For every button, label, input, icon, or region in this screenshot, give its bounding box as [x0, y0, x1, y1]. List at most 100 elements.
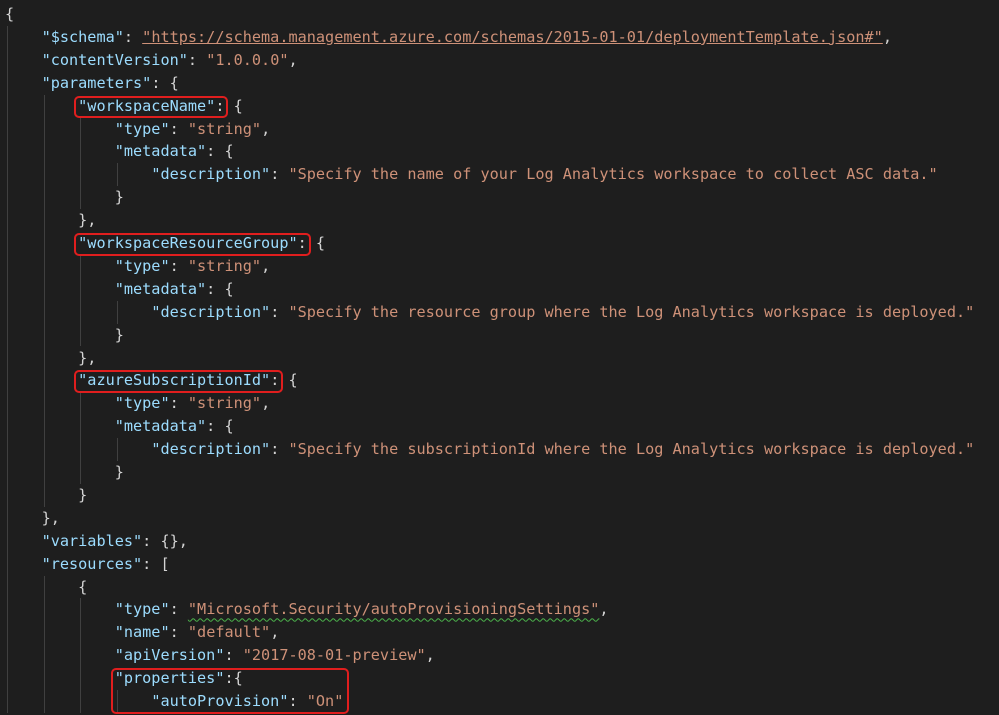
token-punc: : {	[206, 142, 234, 161]
code-line: "variables": {},	[5, 530, 188, 553]
token-key: "parameters"	[41, 73, 152, 92]
code-line: "workspaceResourceGroup": {	[5, 232, 325, 255]
token-punc: : {	[206, 279, 234, 298]
token-punc: :	[169, 256, 188, 275]
token-str: "On"	[306, 692, 344, 710]
token-punc: : {	[297, 234, 326, 252]
token-punc: :	[169, 119, 188, 138]
token-punc: },	[78, 348, 97, 367]
token-key: "variables"	[41, 531, 143, 550]
token-punc: :	[288, 692, 307, 710]
token-key: "description"	[151, 302, 271, 321]
code-line: "metadata": {	[5, 140, 234, 163]
token-str: "default"	[187, 623, 271, 642]
token-key: "description"	[151, 165, 271, 184]
token-punc: :	[187, 50, 207, 69]
token-punc: ,	[288, 50, 298, 69]
token-punc: : {	[206, 417, 234, 436]
token-str: "1.0.0.0"	[206, 50, 289, 69]
token-str: "string"	[187, 256, 262, 275]
token-punc: ,	[261, 394, 271, 413]
token-punc: :	[270, 302, 289, 321]
code-line: }	[5, 461, 124, 484]
token-punc: : {	[215, 96, 243, 115]
code-line: "metadata": {	[5, 415, 234, 438]
token-punc: :	[169, 623, 188, 642]
token-str: "Specify the subscriptionId where the Lo…	[288, 440, 975, 459]
code-line: {	[5, 3, 14, 26]
code-line: "azureSubscriptionId": {	[5, 369, 298, 392]
token-punc: :	[169, 394, 188, 413]
token-punc: : {	[151, 73, 179, 92]
token-key: "contentVersion"	[41, 50, 188, 69]
code-editor[interactable]: { "$schema": "https://schema.management.…	[0, 0, 999, 715]
code-line: "metadata": {	[5, 278, 234, 301]
code-line: "type": "string",	[5, 255, 270, 278]
code-line: "description": "Specify the name of your…	[5, 163, 938, 186]
token-punc: :	[270, 440, 289, 459]
code-line: "description": "Specify the resource gro…	[5, 301, 974, 324]
code-line: "parameters": {	[5, 72, 179, 95]
code-line: },	[5, 209, 96, 232]
code-line: "autoProvision": "On"	[5, 690, 343, 713]
token-punc: ,	[261, 256, 271, 275]
token-punc: :	[123, 27, 143, 46]
token-punc: },	[78, 211, 97, 230]
token-key: "name"	[114, 623, 170, 642]
code-line: "contentVersion": "1.0.0.0",	[5, 49, 298, 72]
code-line: "type": "string",	[5, 392, 270, 415]
token-key: "type"	[114, 600, 170, 619]
token-str: "Specify the name of your Log Analytics …	[288, 165, 938, 184]
token-punc: : {},	[142, 531, 188, 550]
token-punc: ,	[882, 27, 892, 46]
code-line: "type": "string",	[5, 118, 270, 141]
token-key: "metadata"	[114, 279, 207, 298]
code-line: "workspaceName": {	[5, 95, 243, 118]
token-punc: ,	[270, 623, 280, 642]
token-key: "metadata"	[114, 417, 207, 436]
token-punc: {	[78, 577, 88, 596]
token-str: "string"	[187, 119, 262, 138]
code-line: "$schema": "https://schema.management.az…	[5, 26, 892, 49]
token-punc: : {	[270, 371, 298, 390]
code-line: {	[5, 576, 87, 599]
code-line: "apiVersion": "2017-08-01-preview",	[5, 644, 435, 667]
token-punc: },	[41, 508, 60, 527]
token-key: "workspaceName"	[78, 96, 216, 115]
token-link: "https://schema.management.azure.com/sch…	[142, 27, 883, 46]
code-line: }	[5, 324, 124, 347]
token-key: "type"	[114, 394, 170, 413]
code-line: }	[5, 186, 124, 209]
token-punc: ,	[425, 646, 435, 665]
token-key: "properties"	[114, 669, 225, 688]
token-punc: ,	[599, 600, 609, 619]
token-punc: :	[169, 600, 188, 619]
token-punc: }	[114, 325, 124, 344]
token-punc: }	[114, 188, 124, 207]
token-punc: {	[5, 5, 15, 23]
token-punc: :	[270, 165, 289, 184]
token-str: "2017-08-01-preview"	[242, 646, 426, 665]
token-key: "type"	[114, 256, 170, 275]
code-line: "name": "default",	[5, 621, 280, 644]
token-punc: }	[78, 485, 88, 504]
token-punc: ,	[261, 119, 271, 138]
token-punc: : [	[142, 554, 170, 573]
code-line: },	[5, 347, 96, 370]
token-key: "resources"	[41, 554, 143, 573]
token-str: "Specify the resource group where the Lo…	[288, 302, 975, 321]
token-punc: :	[224, 646, 243, 665]
code-line: "description": "Specify the subscription…	[5, 438, 974, 461]
token-key: "workspaceResourceGroup"	[78, 234, 298, 252]
token-key: "type"	[114, 119, 170, 138]
token-str: "Microsoft.Security/autoProvisioningSett…	[187, 600, 600, 619]
token-key: "azureSubscriptionId"	[78, 371, 271, 390]
token-key: "metadata"	[114, 142, 207, 161]
token-key: "description"	[151, 440, 271, 459]
token-key: "autoProvision"	[151, 692, 289, 710]
code-line: },	[5, 507, 60, 530]
token-key: "apiVersion"	[114, 646, 225, 665]
token-str: "string"	[187, 394, 262, 413]
code-line: "resources": [	[5, 553, 170, 576]
token-punc: :{	[224, 669, 243, 688]
